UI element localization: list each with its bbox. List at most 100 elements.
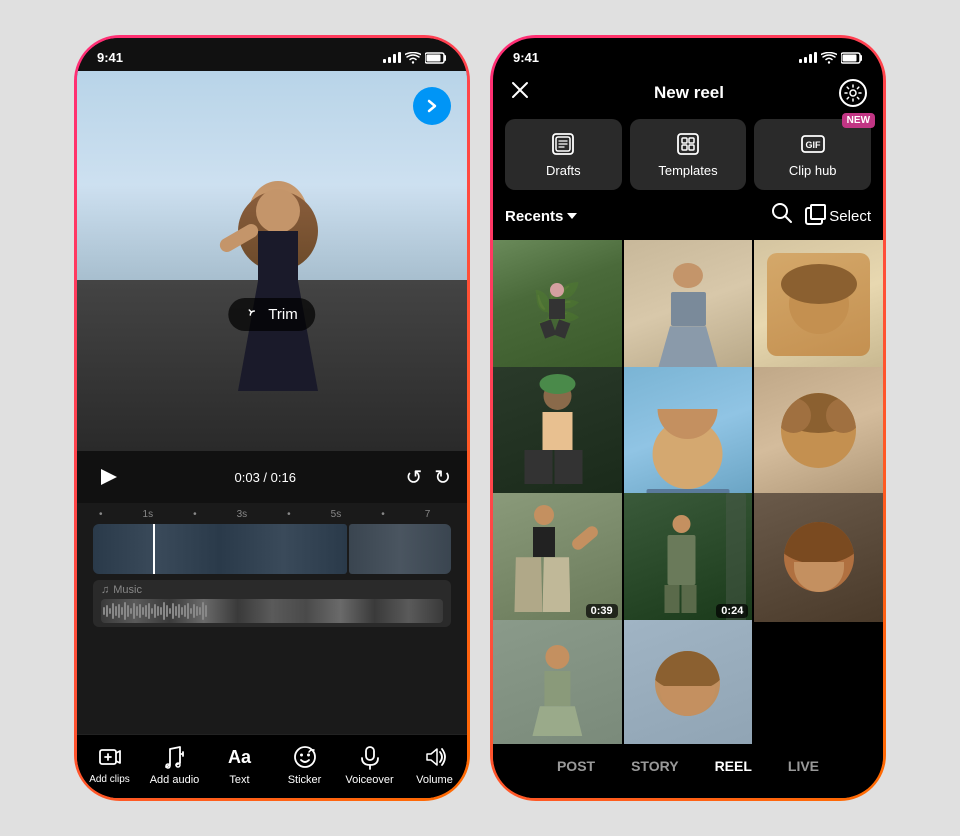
waveform-bar [151, 608, 153, 614]
grid-item-11[interactable] [624, 620, 753, 745]
signal-icon [383, 52, 401, 63]
toolbar-text[interactable]: Aa Text [210, 743, 270, 786]
waveform-bar [106, 605, 108, 617]
left-phone-frame: 9:41 [74, 35, 470, 801]
add-clips-icon [96, 743, 124, 771]
waveform-bar [130, 608, 132, 614]
trim-label: Trim [268, 306, 297, 323]
waveform-bar [103, 607, 105, 615]
undo-redo-group: ↺ ↻ [405, 465, 451, 490]
grid-item-11-content [624, 620, 753, 745]
volume-label: Volume [416, 774, 453, 786]
settings-button[interactable] [839, 79, 867, 107]
ruler-marker-1: • [99, 509, 103, 520]
trim-badge[interactable]: Trim [228, 298, 315, 331]
toolbar-add-clips[interactable]: Add clips [80, 743, 140, 786]
trim-icon [246, 307, 262, 323]
toolbar-volume[interactable]: Volume [405, 743, 465, 786]
grid-item-10[interactable] [493, 620, 622, 745]
recents-dropdown[interactable]: Recents [505, 208, 577, 225]
left-status-icons [383, 52, 447, 64]
right-time: 9:41 [513, 50, 539, 65]
grid-item-1[interactable]: 🌿 [493, 240, 622, 369]
voiceover-icon [356, 743, 384, 771]
battery-icon [425, 52, 447, 64]
recents-actions: Select [771, 202, 871, 230]
left-phone-screen: 9:41 [77, 38, 467, 798]
grid-item-4-content [493, 367, 622, 496]
right-signal-icon [799, 52, 817, 63]
left-status-bar: 9:41 [77, 38, 467, 71]
clip-hub-button[interactable]: NEW GIF Clip hub [754, 119, 871, 190]
select-label: Select [829, 208, 871, 225]
waveform-bar [142, 607, 144, 615]
timeline-wrapper[interactable] [77, 524, 467, 574]
toolbar-add-audio[interactable]: Add audio [145, 743, 205, 786]
search-button[interactable] [771, 202, 793, 230]
waveform-bar [202, 602, 204, 620]
text-icon: Aa [226, 743, 254, 771]
right-phone-screen: 9:41 [493, 38, 883, 798]
waveform-bar [175, 606, 177, 616]
time-display: 0:03 / 0:16 [135, 470, 395, 485]
waveform-bar [112, 603, 114, 619]
play-button[interactable] [93, 461, 125, 493]
grid-item-9-content [754, 493, 883, 622]
video-preview[interactable]: Trim [77, 71, 467, 451]
waveform-bar [199, 607, 201, 615]
tab-live[interactable]: LIVE [780, 754, 827, 778]
undo-button[interactable]: ↺ [405, 465, 422, 490]
text-label: Text [229, 774, 249, 786]
clip-hub-icon: GIF [800, 131, 826, 157]
grid-item-9[interactable] [754, 493, 883, 622]
grid-item-4[interactable] [493, 367, 622, 496]
ruler-dot-4: • [381, 509, 385, 520]
waveform-bar [139, 604, 141, 618]
right-wifi-icon [821, 52, 837, 64]
next-button[interactable] [413, 87, 451, 125]
torso [258, 231, 298, 286]
clip-track[interactable] [93, 524, 451, 574]
tab-story[interactable]: STORY [623, 754, 686, 778]
grid-item-5[interactable] [624, 367, 753, 496]
tab-reel-label: REEL [715, 758, 752, 774]
waveform-bar [157, 606, 159, 616]
grid-item-2-content [624, 240, 753, 369]
new-reel-title: New reel [539, 83, 839, 103]
waveform-bar [154, 604, 156, 618]
waveform-bar [187, 603, 189, 619]
voiceover-label: Voiceover [345, 774, 393, 786]
drafts-button[interactable]: Drafts [505, 119, 622, 190]
close-button[interactable] [509, 79, 539, 107]
waveform [101, 599, 443, 623]
grid-item-7[interactable]: 0:39 [493, 493, 622, 622]
toolbar-voiceover[interactable]: Voiceover [340, 743, 400, 786]
grid-item-6-content [754, 367, 883, 496]
ruler-dot-3: • [287, 509, 291, 520]
tab-reel[interactable]: REEL [707, 754, 760, 778]
grid-item-3[interactable] [754, 240, 883, 369]
recents-bar: Recents Select [493, 202, 883, 240]
grid-item-2[interactable] [624, 240, 753, 369]
select-button[interactable]: Select [805, 207, 871, 225]
music-track-label: Music [113, 584, 142, 596]
bottom-tabs: POST STORY REEL LIVE [493, 744, 883, 798]
waveform-bar [121, 607, 123, 615]
music-label: ♫ Music [101, 584, 443, 596]
ruler-1s: 1s [143, 509, 154, 520]
sticker-label: Sticker [288, 774, 322, 786]
drafts-icon [550, 131, 576, 157]
recents-label: Recents [505, 208, 563, 225]
grid-item-8[interactable]: 0:24 [624, 493, 753, 622]
ruler-dot-2: • [193, 509, 197, 520]
templates-button[interactable]: Templates [630, 119, 747, 190]
photo-grid: 🌿 [493, 240, 883, 744]
music-track: ♫ Music [93, 580, 451, 627]
tab-post[interactable]: POST [549, 754, 603, 778]
grid-item-6[interactable] [754, 367, 883, 496]
toolbar-sticker[interactable]: Sticker [275, 743, 335, 786]
waveform-bar [163, 602, 165, 620]
chevron-down-icon [567, 213, 577, 219]
redo-button[interactable]: ↻ [434, 465, 451, 490]
waveform-bar [109, 608, 111, 614]
